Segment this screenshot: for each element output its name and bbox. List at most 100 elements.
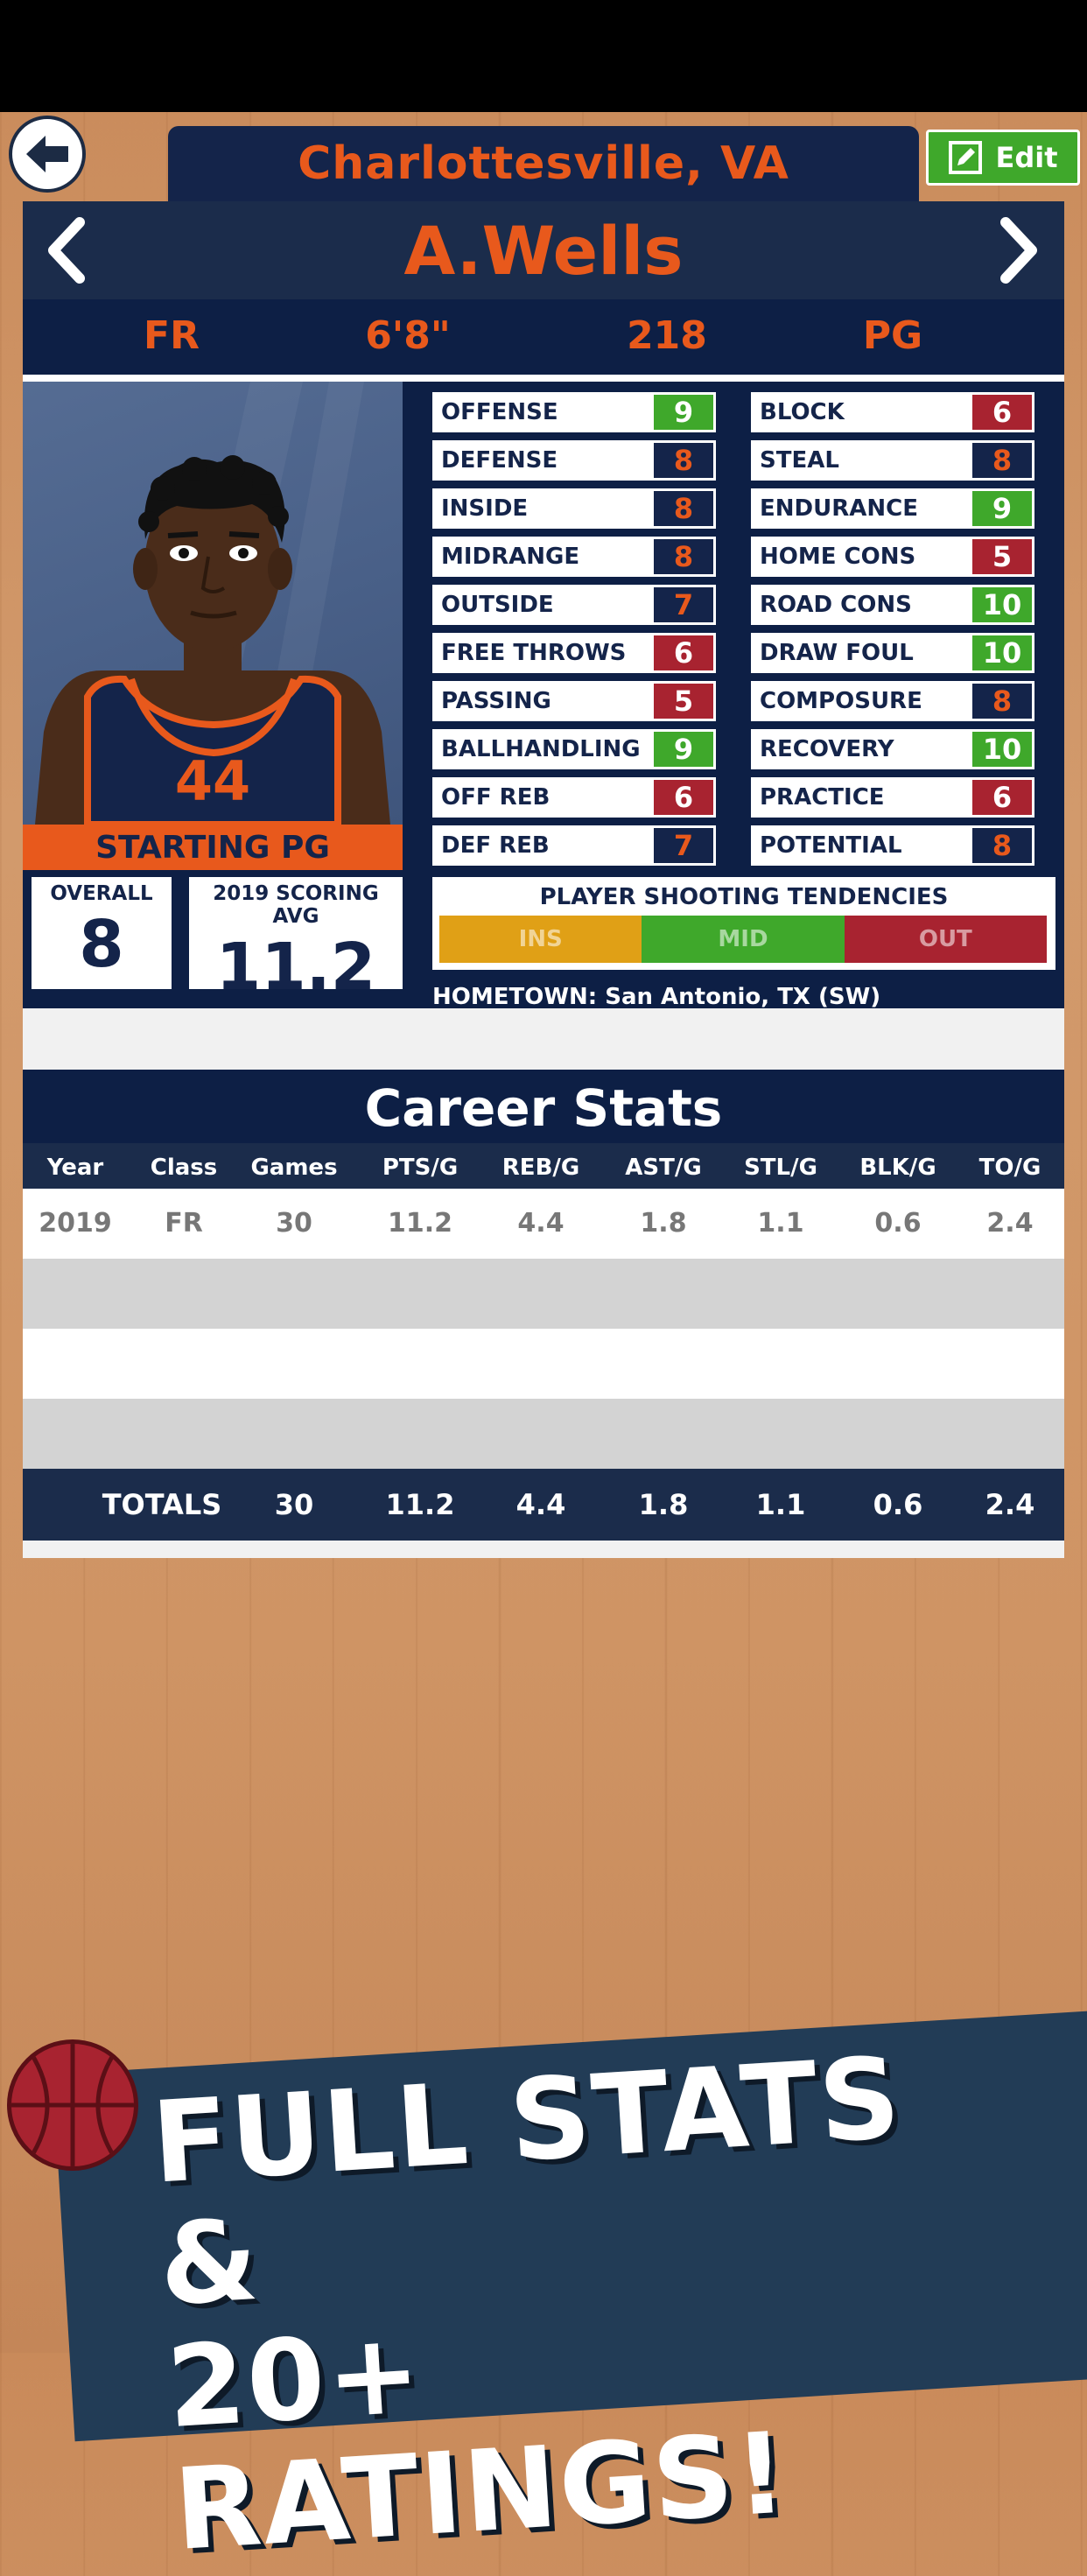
edit-button[interactable]: Edit [926,130,1080,186]
rating-label: ENDURANCE [760,495,918,522]
rating-label: INSIDE [441,495,529,522]
column-header: Class [150,1155,218,1181]
rating-row: POTENTIAL 8 [751,825,1034,866]
table-cell: 1.1 [755,1488,806,1521]
rating-label: DEF REB [441,832,550,859]
previous-player-button[interactable] [32,215,102,285]
next-player-button[interactable] [984,215,1054,285]
tendencies-bar: INS MID OUT [439,916,1047,963]
table-cell: 30 [276,1208,312,1239]
rating-row: BLOCK 6 [751,392,1034,432]
player-info-bar: FR 6'8" 218 PG [23,299,1064,375]
player-position: PG [862,313,923,358]
table-row-empty [23,1259,1064,1329]
rating-row: DRAW FOUL 10 [751,633,1034,673]
promo-text: FULL STATS & 20+ RATINGS! [149,2030,1052,2576]
player-name: A.Wells [403,211,684,290]
divider [23,375,1064,382]
rating-row: INSIDE 8 [432,488,716,529]
rating-row: ROAD CONS 10 [751,585,1034,625]
column-header: Games [250,1155,338,1181]
column-header: BLK/G [859,1155,936,1181]
rating-value: 5 [972,539,1032,574]
scoring-avg-box: 2019 SCORING AVG 11.2 [189,877,403,1005]
rating-label: POTENTIAL [760,832,902,859]
table-row-empty [23,1329,1064,1399]
rating-label: FREE THROWS [441,640,627,666]
player-card: A.Wells FR 6'8" 218 PG 44 STARTING PG OV… [23,201,1064,1558]
rating-label: DRAW FOUL [760,640,914,666]
rating-label: OFF REB [441,784,551,811]
section-gap [23,1008,1064,1070]
column-header: AST/G [625,1155,702,1181]
role-banner: STARTING PG [23,825,403,870]
location-tab: Charlottesville, VA [168,126,919,201]
rating-label: ROAD CONS [760,592,912,618]
rating-value: 10 [972,635,1032,670]
rating-value: 8 [654,491,713,526]
rating-value: 7 [654,828,713,863]
rating-row: OFFENSE 9 [432,392,716,432]
table-row-empty [23,1399,1064,1469]
table-cell: 1.8 [638,1488,689,1521]
rating-label: HOME CONS [760,544,916,570]
rating-value: 9 [654,732,713,767]
rating-label: OFFENSE [441,399,558,425]
player-class: FR [144,313,200,358]
rating-row: COMPOSURE 8 [751,681,1034,721]
rating-row: HOME CONS 5 [751,537,1034,577]
rating-label: RECOVERY [760,736,894,762]
rating-row: OUTSIDE 7 [432,585,716,625]
rating-row: PRACTICE 6 [751,777,1034,818]
table-row: 2019 FR 30 11.2 4.4 1.8 1.1 0.6 2.4 [23,1189,1064,1259]
scoring-avg-value: 11.2 [215,930,376,1005]
jersey-number: 44 [175,749,250,813]
column-header: PTS/G [382,1155,459,1181]
table-cell: 4.4 [515,1488,566,1521]
rating-value: 9 [654,395,713,430]
tendency-midrange: MID [642,916,845,963]
status-bar [0,0,1087,112]
table-cell: 11.2 [385,1488,455,1521]
column-header: REB/G [501,1155,580,1181]
back-button[interactable] [9,116,86,193]
column-header: Year [46,1155,104,1181]
chevron-right-icon [1000,217,1037,284]
location-label: Charlottesville, VA [298,137,789,190]
scoring-avg-label: 2019 SCORING AVG [213,882,379,928]
table-cell: 0.6 [873,1488,923,1521]
rating-value: 8 [972,828,1032,863]
tendencies-title: PLAYER SHOOTING TENDENCIES [539,884,949,910]
career-stats-title: Career Stats [23,1073,1064,1143]
rating-value: 5 [654,684,713,719]
basketball-icon [7,2039,138,2171]
table-cell: 11.2 [387,1208,453,1239]
role-label: STARTING PG [95,829,330,866]
rating-value: 6 [972,780,1032,815]
rating-value: 10 [972,587,1032,622]
rating-label: OUTSIDE [441,592,554,618]
overall-label: OVERALL [50,882,153,905]
hometown: HOMETOWN: San Antonio, TX (SW) [432,984,881,1010]
table-cell: 1.8 [640,1208,687,1239]
rating-value: 6 [972,395,1032,430]
rating-label: PASSING [441,688,551,714]
rating-row: PASSING 5 [432,681,716,721]
table-cell: 4.4 [517,1208,565,1239]
rating-row: ENDURANCE 9 [751,488,1034,529]
player-weight: 218 [627,313,707,358]
rating-label: DEFENSE [441,447,558,474]
table-cell: 2019 [39,1208,112,1239]
rating-label: PRACTICE [760,784,885,811]
rating-label: BLOCK [760,399,845,425]
rating-row: DEFENSE 8 [432,440,716,481]
overall-value: 8 [79,907,124,982]
shooting-tendencies: PLAYER SHOOTING TENDENCIES INS MID OUT [432,877,1055,970]
overall-box: OVERALL 8 [32,877,172,989]
rating-value: 8 [972,684,1032,719]
table-cell: 0.6 [874,1208,922,1239]
rating-value: 6 [654,635,713,670]
promo-line-2: 20+ RATINGS! [163,2307,792,2576]
table-cell: FR [165,1208,203,1239]
rating-value: 8 [654,539,713,574]
